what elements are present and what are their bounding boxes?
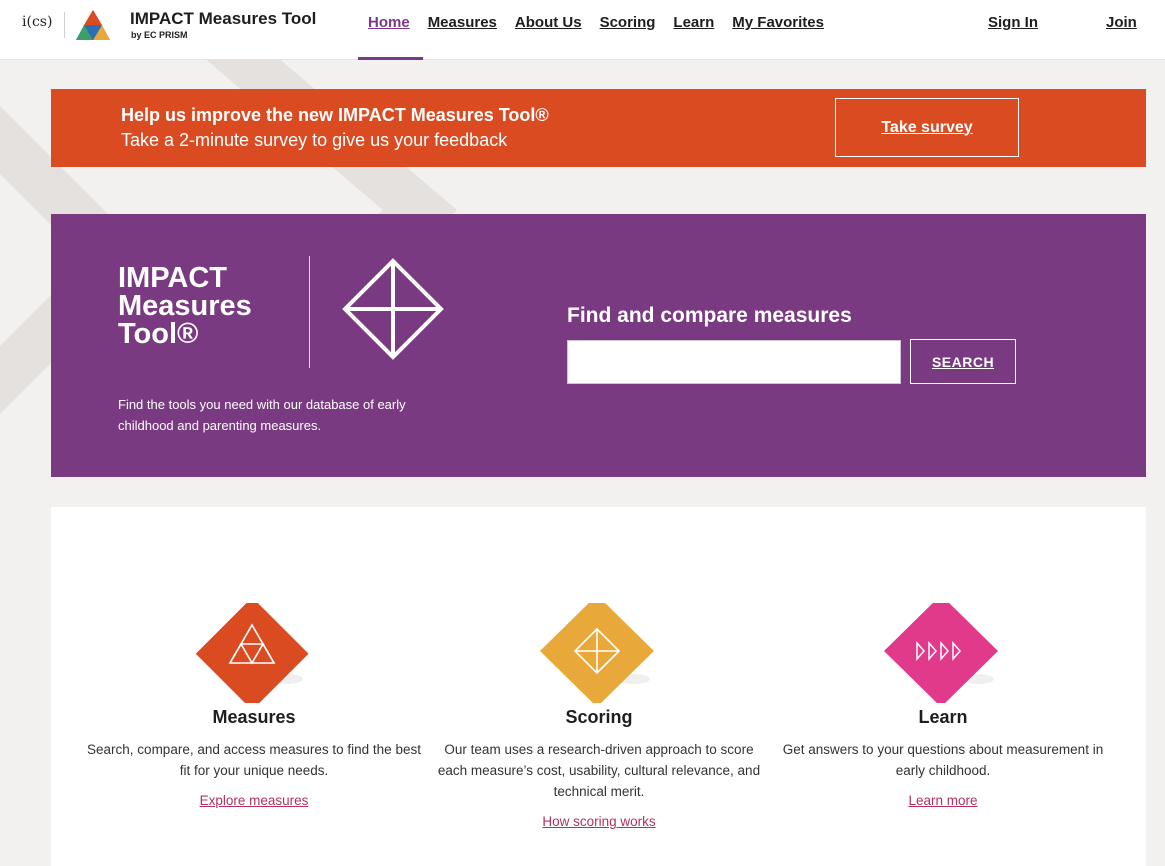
sign-in-link[interactable]: Sign In <box>988 14 1038 31</box>
site-subtitle: by EC PRISM <box>131 30 188 40</box>
search-heading: Find and compare measures <box>567 304 852 327</box>
org-logo-text[interactable]: i(cs) <box>22 14 52 30</box>
search-button-label: SEARCH <box>931 353 995 370</box>
how-scoring-works-link[interactable]: How scoring works <box>542 814 655 829</box>
join-link[interactable]: Join <box>1106 14 1137 31</box>
nav-my-favorites[interactable]: My Favorites <box>732 14 824 31</box>
feature-title: Learn <box>918 707 968 727</box>
take-survey-button[interactable]: Take survey <box>835 98 1019 157</box>
feature-card-measures: Measures Search, compare, and access mea… <box>84 603 424 810</box>
explore-measures-link[interactable]: Explore measures <box>200 793 309 808</box>
site-title[interactable]: IMPACT Measures Tool <box>130 9 316 29</box>
top-navigation-bar: i(cs) IMPACT Measures Tool by EC PRISM H… <box>0 0 1165 60</box>
hero-section: IMPACT Measures Tool® Find the tools you… <box>51 214 1146 477</box>
features-section: Measures Search, compare, and access mea… <box>51 507 1146 866</box>
feature-card-learn: Learn Get answers to your questions abou… <box>773 603 1113 810</box>
nav-scoring[interactable]: Scoring <box>600 14 656 31</box>
nav-learn[interactable]: Learn <box>673 14 714 31</box>
feature-title: Scoring <box>565 707 633 727</box>
crosshair-diamond-icon <box>540 603 654 703</box>
hero-title: IMPACT Measures Tool® <box>118 262 252 350</box>
nav-active-indicator <box>358 57 423 60</box>
survey-subtitle: Take a 2-minute survey to give us your f… <box>121 130 508 150</box>
survey-title: Help us improve the new IMPACT Measures … <box>121 105 549 125</box>
nav-home[interactable]: Home <box>368 14 410 31</box>
feature-card-scoring: Scoring Our team uses a research-driven … <box>429 603 769 831</box>
feature-description: Search, compare, and access measures to … <box>87 742 421 778</box>
hero-description: Find the tools you need with our databas… <box>118 397 406 433</box>
prism-logo-icon[interactable] <box>72 8 114 42</box>
main-nav: Home Measures About Us Scoring Learn My … <box>368 14 824 31</box>
measure-search-input[interactable] <box>567 340 901 384</box>
crosshair-diamond-icon <box>342 258 444 360</box>
play-arrows-diamond-icon <box>884 603 998 703</box>
brand-divider <box>64 12 65 38</box>
search-button[interactable]: SEARCH <box>910 339 1016 384</box>
nav-measures[interactable]: Measures <box>428 14 497 31</box>
learn-more-link[interactable]: Learn more <box>908 793 977 808</box>
feature-description: Get answers to your questions about meas… <box>782 742 1104 778</box>
survey-banner: Help us improve the new IMPACT Measures … <box>51 89 1146 167</box>
triangle-grid-diamond-icon <box>195 603 309 703</box>
take-survey-label: Take survey <box>881 118 973 136</box>
hero-divider <box>309 256 310 368</box>
feature-title: Measures <box>212 707 296 727</box>
feature-description: Our team uses a research-driven approach… <box>437 742 761 799</box>
nav-about-us[interactable]: About Us <box>515 14 582 31</box>
